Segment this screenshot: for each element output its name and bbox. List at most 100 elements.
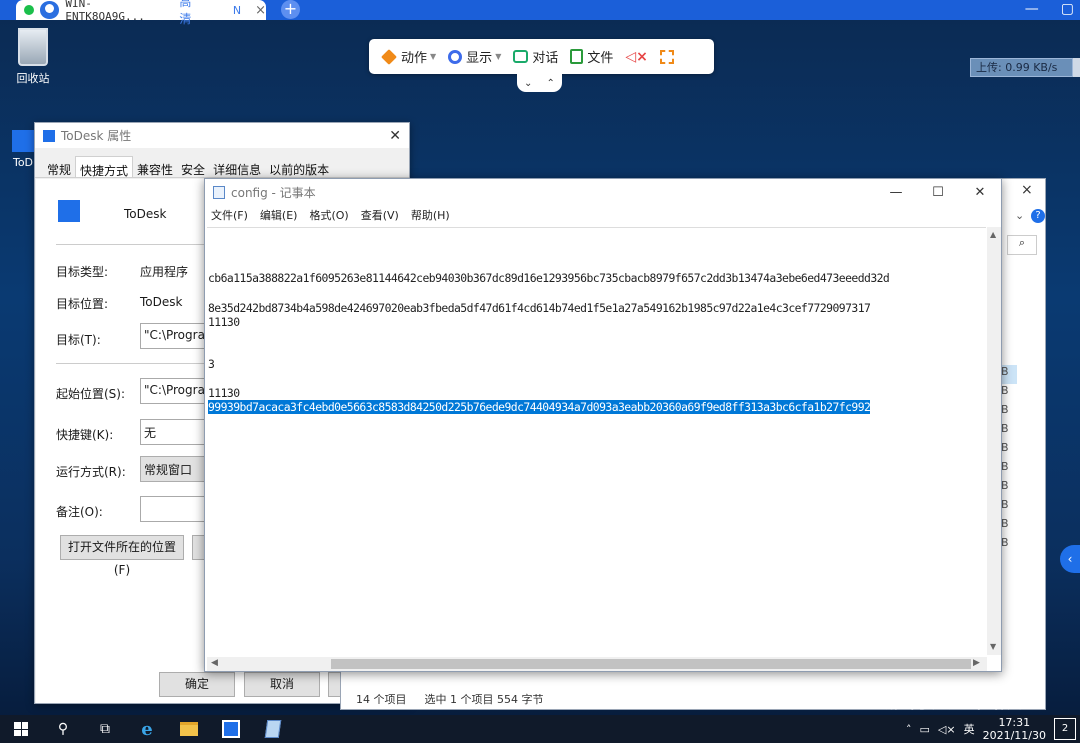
shortcut-key-input[interactable]: 无	[140, 419, 214, 445]
chat-button[interactable]: 对话	[507, 44, 564, 70]
todesk-icon	[222, 720, 240, 738]
mute-button[interactable]: ◁×	[619, 44, 654, 70]
system-clock[interactable]: 17:31 2021/11/30	[983, 716, 1046, 742]
vertical-scrollbar[interactable]: ▲ ▼	[987, 227, 1001, 655]
close-icon[interactable]: ✕	[959, 185, 1001, 200]
scroll-right-icon[interactable]: ▶	[973, 658, 980, 668]
help-icon[interactable]: ?	[1031, 209, 1045, 223]
tab-general[interactable]: 常规	[43, 158, 75, 177]
search-icon[interactable]: ⌕	[1007, 235, 1037, 255]
text-line: 3	[208, 357, 215, 371]
recycle-bin-icon	[18, 28, 48, 66]
start-button[interactable]	[0, 715, 42, 743]
menu-file[interactable]: 文件(F)	[211, 207, 248, 223]
maximize-icon[interactable]: ☐	[917, 185, 959, 200]
side-panel-handle[interactable]: ‹	[1060, 545, 1080, 573]
input-language[interactable]: 英	[964, 721, 975, 737]
text-line: 8e35d242bd8734b4a598de424697020eab3fbeda…	[208, 301, 871, 315]
close-icon[interactable]: ×	[1021, 182, 1033, 198]
menu-edit[interactable]: 编辑(E)	[260, 207, 298, 223]
target-type-label: 目标类型:	[56, 265, 109, 279]
tab-details[interactable]: 详细信息	[209, 158, 265, 177]
notepad-menu-bar: 文件(F) 编辑(E) 格式(O) 查看(V) 帮助(H)	[205, 205, 1001, 225]
watermark-text: 雁行安全团队	[884, 687, 1022, 713]
chevron-down-icon[interactable]: ⌄	[524, 78, 532, 89]
menu-help[interactable]: 帮助(H)	[411, 207, 450, 223]
windows-logo-icon	[14, 722, 28, 736]
ie-taskbar-button[interactable]: e	[126, 715, 168, 743]
notification-center-button[interactable]: 2	[1054, 718, 1076, 740]
app-name: ToDesk	[124, 207, 167, 221]
horizontal-scrollbar[interactable]: ◀ ▶	[207, 657, 987, 671]
tab-compatibility[interactable]: 兼容性	[133, 158, 177, 177]
display-label: 显示	[466, 51, 493, 66]
minimize-icon[interactable]: —	[1025, 1, 1039, 17]
volume-icon[interactable]: ◁×	[938, 723, 956, 736]
task-view-icon: ⧉	[100, 721, 110, 737]
new-session-button[interactable]: +	[281, 0, 300, 19]
ok-button[interactable]: 确定	[159, 672, 235, 697]
explorer-taskbar-button[interactable]	[168, 715, 210, 743]
notepad-title: config - 记事本	[231, 185, 316, 200]
horizontal-scroll-thumb[interactable]	[331, 659, 971, 669]
network-icon[interactable]: ▭	[920, 723, 930, 736]
tab-previous-versions[interactable]: 以前的版本	[265, 158, 333, 177]
scroll-up-icon[interactable]: ▲	[990, 230, 996, 239]
avatar-icon	[39, 1, 60, 19]
text-line: 11130	[208, 315, 240, 329]
notepad-title-bar[interactable]: config - 记事本 — ☐ ✕	[205, 179, 1001, 205]
notepad-taskbar-button[interactable]	[252, 715, 294, 743]
close-tab-icon[interactable]: ×	[255, 3, 266, 18]
recycle-bin-desktop-icon[interactable]: 回收站	[10, 28, 56, 86]
tab-security[interactable]: 安全	[177, 158, 209, 177]
start-in-input[interactable]: "C:\Program	[140, 378, 214, 404]
properties-title-bar[interactable]: ToDesk 属性 ✕	[35, 123, 409, 148]
file-size-cell: B	[1001, 365, 1017, 384]
selected-info: 选中 1 个项目 554 字节	[424, 693, 544, 706]
task-view-button[interactable]: ⧉	[84, 715, 126, 743]
maximize-icon[interactable]: ▢	[1061, 1, 1074, 17]
notepad-icon	[264, 720, 282, 738]
explorer-status-bar: 14 个项目 选中 1 个项目 554 字节	[356, 691, 543, 707]
notepad-window: config - 记事本 — ☐ ✕ 文件(F) 编辑(E) 格式(O) 查看(…	[204, 178, 1002, 672]
quality-label[interactable]: 高清	[179, 0, 203, 27]
comment-input[interactable]	[140, 496, 214, 522]
open-file-location-button[interactable]: 打开文件所在的位置(F)	[60, 535, 184, 577]
file-button[interactable]: 文件	[564, 44, 619, 70]
scroll-down-icon[interactable]: ▼	[990, 642, 996, 651]
remote-tab-title: WIN-ENTK8OA9G...	[65, 0, 145, 23]
properties-tabs: 常规 快捷方式 兼容性 安全 详细信息 以前的版本	[35, 148, 409, 178]
notepad-text-area[interactable]: cb6a115a388822a1f6095263e81144642ceb9403…	[207, 227, 986, 655]
search-icon: ⚲	[57, 721, 69, 737]
status-dot-icon	[24, 5, 34, 15]
toolbar-collapse-tab[interactable]: ⌄ ⌃	[517, 74, 562, 92]
chevron-down-icon[interactable]: ⌄	[1015, 209, 1024, 222]
tray-chevron-icon[interactable]: ˄	[906, 723, 912, 736]
todesk-small-icon	[43, 129, 55, 142]
folder-icon	[180, 722, 198, 736]
file-size-cell: B	[1001, 536, 1009, 549]
search-button[interactable]: ⚲	[42, 715, 84, 743]
minimize-icon[interactable]: —	[875, 185, 917, 200]
net-speed-edge	[1073, 58, 1080, 77]
fullscreen-icon	[659, 49, 674, 64]
action-menu-button[interactable]: 动作 ▼	[375, 44, 442, 70]
file-size-cell: B	[1001, 498, 1009, 511]
cancel-button[interactable]: 取消	[244, 672, 320, 697]
tab-shortcut[interactable]: 快捷方式	[75, 156, 134, 178]
fullscreen-button[interactable]	[654, 44, 684, 70]
target-input[interactable]: "C:\Program	[140, 323, 214, 349]
scroll-left-icon[interactable]: ◀	[211, 658, 218, 668]
display-menu-button[interactable]: 显示 ▼	[442, 44, 507, 70]
file-size-cell: B	[1001, 460, 1009, 473]
todesk-app-icon	[58, 200, 80, 222]
todesk-taskbar-button[interactable]	[210, 715, 252, 743]
target-location-label: 目标位置:	[56, 297, 109, 311]
menu-view[interactable]: 查看(V)	[361, 207, 399, 223]
file-size-cell: B	[1001, 479, 1009, 492]
menu-format[interactable]: 格式(O)	[309, 207, 348, 223]
run-select[interactable]: 常规窗口	[140, 456, 214, 482]
chevron-up-icon[interactable]: ⌃	[547, 78, 555, 89]
close-icon[interactable]: ✕	[389, 128, 401, 144]
remote-session-tab[interactable]: WIN-ENTK8OA9G... 高清 N ×	[16, 0, 266, 26]
